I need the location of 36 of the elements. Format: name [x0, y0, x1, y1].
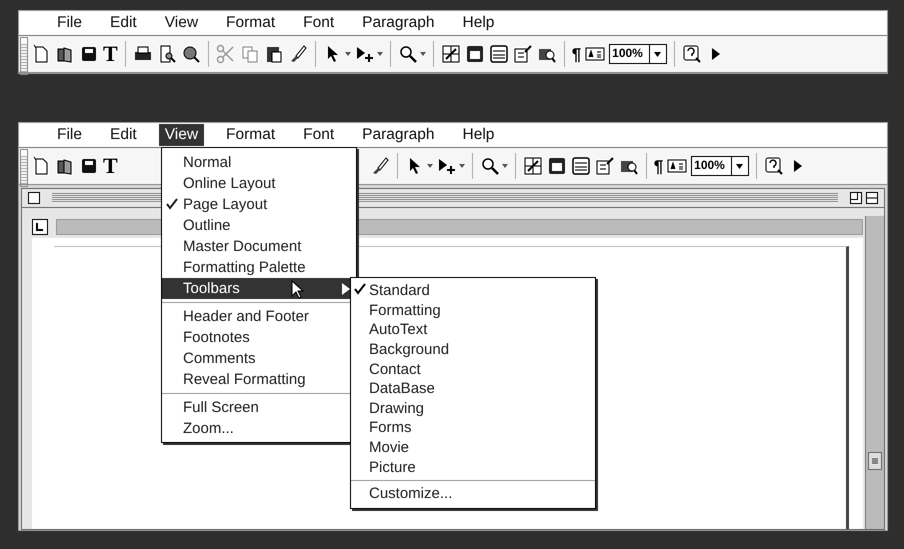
- menu-title[interactable]: File: [51, 12, 88, 34]
- menu-item[interactable]: Formatting Palette: [162, 257, 356, 278]
- toolbar-button[interactable]: ¶: [654, 158, 664, 174]
- toolbar-button[interactable]: T: [103, 155, 118, 177]
- menu-item[interactable]: Normal: [162, 152, 356, 173]
- menu-title[interactable]: Font: [297, 124, 340, 146]
- menu-item[interactable]: Background: [351, 340, 595, 360]
- menu-item[interactable]: Outline: [162, 215, 356, 236]
- menu-title[interactable]: Edit: [104, 12, 143, 34]
- menu-item[interactable]: Picture: [351, 457, 595, 477]
- menu-title[interactable]: Format: [220, 12, 282, 34]
- menu-title[interactable]: Paragraph: [356, 124, 441, 146]
- toolbar-button[interactable]: T: [103, 43, 118, 65]
- zoom-dropdown[interactable]: 100%: [609, 44, 667, 64]
- menu-title[interactable]: View: [158, 124, 204, 146]
- menu-item[interactable]: Customize...: [351, 484, 595, 504]
- menu-item[interactable]: Master Document: [162, 236, 356, 257]
- menu-item[interactable]: Movie: [351, 438, 595, 458]
- menu-title[interactable]: Font: [297, 12, 340, 34]
- menu-title[interactable]: File: [51, 124, 88, 146]
- menu-title[interactable]: Format: [220, 124, 282, 146]
- menu-item[interactable]: Drawing: [351, 398, 595, 418]
- menu-item[interactable]: Contact: [351, 359, 595, 379]
- toolbar-button[interactable]: ¶: [572, 46, 582, 62]
- menu-title[interactable]: Help: [456, 124, 500, 146]
- menu-title[interactable]: Help: [456, 12, 500, 34]
- menu-title[interactable]: Edit: [104, 124, 143, 146]
- menu-title[interactable]: View: [158, 12, 204, 34]
- menu-item[interactable]: Formatting: [351, 300, 595, 320]
- menu-item[interactable]: Online Layout: [162, 173, 356, 194]
- menu-item[interactable]: DataBase: [351, 378, 595, 399]
- zoom-dropdown[interactable]: 100%: [691, 156, 749, 176]
- menu-title[interactable]: Paragraph: [356, 12, 441, 34]
- menu-item[interactable]: Forms: [351, 418, 595, 438]
- menu-item[interactable]: AutoText: [351, 320, 595, 340]
- menu-item[interactable]: Page Layout: [162, 194, 356, 215]
